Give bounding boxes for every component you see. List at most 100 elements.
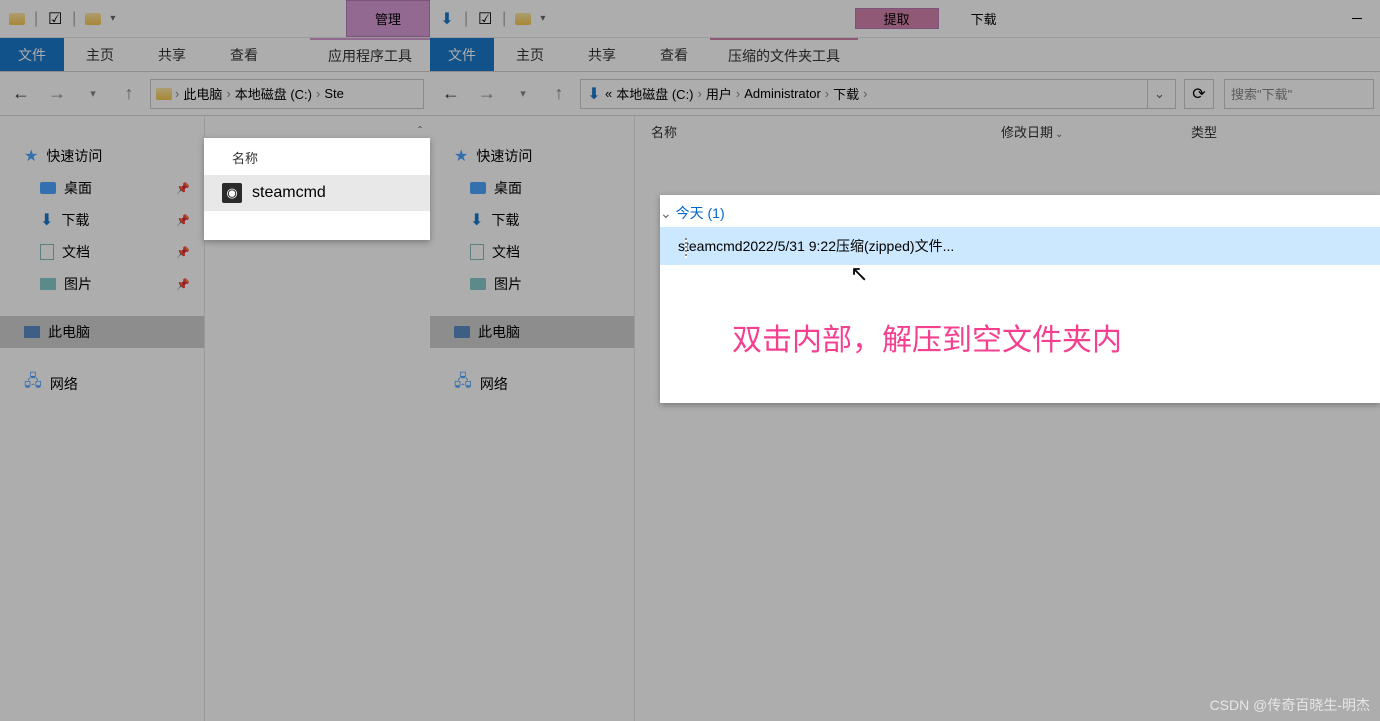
- explorer-window-left: | ☑ | ▾ 管理 文件 主页 共享 查看 应用程序工具 ← → ▾ ↑ › …: [0, 0, 430, 721]
- cursor-icon: ↖: [850, 261, 868, 287]
- forward-button[interactable]: →: [42, 79, 72, 109]
- file-tab[interactable]: 文件: [430, 38, 494, 71]
- sidebar-quick-access[interactable]: ★快速访问: [430, 140, 634, 172]
- properties-icon[interactable]: ☑: [46, 10, 64, 28]
- tab-zip-tools[interactable]: 压缩的文件夹工具: [710, 38, 858, 71]
- tab-share[interactable]: 共享: [136, 38, 208, 71]
- back-button[interactable]: ←: [6, 79, 36, 109]
- sidebar-network[interactable]: 🖧网络: [0, 364, 204, 403]
- sort-desc-icon: ⌄: [1055, 129, 1063, 140]
- titlebar: | ☑ | ▾ 管理: [0, 0, 430, 38]
- folder-open-icon[interactable]: [84, 10, 102, 28]
- file-tab[interactable]: 文件: [0, 38, 64, 71]
- sidebar-documents[interactable]: 文档: [430, 236, 634, 268]
- breadcrumb-path[interactable]: › 此电脑 › 本地磁盘 (C:) › Ste: [150, 79, 424, 109]
- sidebar-pictures[interactable]: 图片📌: [0, 268, 204, 300]
- file-name: steamcmd: [252, 184, 326, 202]
- sidebar-desktop[interactable]: 桌面: [430, 172, 634, 204]
- back-button[interactable]: ←: [436, 79, 466, 109]
- sidebar-documents[interactable]: 文档📌: [0, 236, 204, 268]
- up-button[interactable]: ↑: [114, 79, 144, 109]
- path-dropdown-icon[interactable]: ⌄: [1147, 80, 1171, 108]
- up-button[interactable]: ↑: [544, 79, 574, 109]
- picture-icon: [40, 278, 56, 290]
- search-input[interactable]: 搜索"下载": [1224, 79, 1374, 109]
- collapse-icon[interactable]: ⌄: [660, 205, 672, 221]
- tab-home[interactable]: 主页: [494, 38, 566, 71]
- tab-app-tools[interactable]: 应用程序工具: [310, 38, 430, 71]
- ribbon: 文件 主页 共享 查看 压缩的文件夹工具: [430, 38, 1380, 72]
- folder-icon: [155, 85, 173, 103]
- tab-view[interactable]: 查看: [638, 38, 710, 71]
- sidebar-downloads[interactable]: ⬇ 下载 📌: [0, 204, 204, 236]
- file-row-steamcmd-zip[interactable]: steamcmd 2022/5/31 9:22 压缩(zipped)文件...: [660, 227, 1380, 265]
- sidebar-thispc[interactable]: 此电脑: [430, 316, 634, 348]
- refresh-button[interactable]: ⟳: [1184, 79, 1214, 109]
- file-date: 2022/5/31 9:22: [743, 238, 836, 254]
- sidebar-thispc[interactable]: 此电脑: [0, 316, 204, 348]
- pin-icon: 📌: [176, 214, 190, 227]
- window-title: 下载: [939, 9, 1029, 28]
- label: 下载: [61, 210, 89, 230]
- tab-share[interactable]: 共享: [566, 38, 638, 71]
- label: 此电脑: [478, 322, 520, 342]
- download-icon: ⬇: [438, 10, 456, 28]
- recent-dropdown[interactable]: ▾: [508, 79, 538, 109]
- sidebar-pictures[interactable]: 图片: [430, 268, 634, 300]
- crumb-last[interactable]: Ste: [322, 86, 346, 101]
- network-icon: 🖧: [454, 370, 472, 397]
- label: 快速访问: [476, 146, 532, 166]
- file-row-steamcmd[interactable]: ◉ steamcmd: [204, 175, 430, 211]
- contextual-tab-extract[interactable]: 提取: [855, 8, 939, 29]
- file-name: steamcmd: [678, 238, 743, 254]
- crumb-thispc[interactable]: 此电脑: [181, 84, 224, 103]
- tab-home[interactable]: 主页: [64, 38, 136, 71]
- minimize-button[interactable]: [1334, 4, 1380, 34]
- folder-open-icon[interactable]: [514, 10, 532, 28]
- col-name[interactable]: 名称: [635, 122, 985, 141]
- ribbon: 文件 主页 共享 查看 应用程序工具: [0, 38, 430, 72]
- crumb-drive[interactable]: 本地磁盘 (C:): [614, 84, 695, 103]
- col-type[interactable]: 类型: [1175, 122, 1325, 141]
- tab-view[interactable]: 查看: [208, 38, 280, 71]
- properties-icon[interactable]: ☑: [476, 10, 494, 28]
- sidebar-network[interactable]: 🖧网络: [430, 364, 634, 403]
- download-icon: ⬇: [40, 210, 53, 230]
- titlebar: ⬇ | ☑ | ▾ 提取 下载: [430, 0, 1380, 38]
- qat-sep: |: [72, 10, 76, 28]
- label: 桌面: [64, 178, 92, 198]
- col-name-header[interactable]: 名称: [204, 138, 430, 175]
- group-today[interactable]: ⌄ 今天 (1): [660, 195, 1380, 227]
- desktop-icon: [470, 182, 486, 194]
- sidebar-quick-access[interactable]: ★快速访问: [0, 140, 204, 172]
- document-icon: [470, 244, 484, 260]
- pc-icon: [454, 326, 470, 338]
- forward-button[interactable]: →: [472, 79, 502, 109]
- quick-access-toolbar: | ☑ | ▾: [0, 10, 123, 28]
- sidebar-downloads[interactable]: ⬇下载: [430, 204, 634, 236]
- crumb-drive[interactable]: 本地磁盘 (C:): [233, 84, 314, 103]
- crumb-downloads[interactable]: 下载: [831, 84, 861, 103]
- address-bar: ← → ▾ ↑ › 此电脑 › 本地磁盘 (C:) › Ste: [0, 72, 430, 116]
- sidebar-desktop[interactable]: 桌面 📌: [0, 172, 204, 204]
- contextual-tab-manage[interactable]: 管理: [346, 0, 430, 37]
- qat-dropdown-icon[interactable]: ▾: [110, 13, 115, 24]
- qat-dropdown-icon[interactable]: ▾: [540, 13, 545, 24]
- document-icon: [40, 244, 54, 260]
- picture-icon: [470, 278, 486, 290]
- download-icon: ⬇: [585, 85, 603, 103]
- collapse-ribbon-icon[interactable]: ˆ: [418, 124, 422, 138]
- watermark: CSDN @传奇百晓生-明杰: [1210, 695, 1370, 715]
- nav-sidebar: ★快速访问 桌面 📌 ⬇ 下载 📌 文档📌 图片📌 此电脑 🖧网络: [0, 116, 205, 721]
- steam-icon: ◉: [222, 183, 242, 203]
- crumb-admin[interactable]: Administrator: [742, 86, 823, 101]
- recent-dropdown[interactable]: ▾: [78, 79, 108, 109]
- download-icon: ⬇: [470, 210, 483, 230]
- breadcrumb-path[interactable]: ⬇ « 本地磁盘 (C:) › 用户 › Administrator › 下载 …: [580, 79, 1176, 109]
- label: 网络: [50, 374, 78, 394]
- address-bar: ← → ▾ ↑ ⬇ « 本地磁盘 (C:) › 用户 › Administrat…: [430, 72, 1380, 116]
- crumb-users[interactable]: 用户: [704, 84, 734, 103]
- pin-icon: 📌: [176, 182, 190, 195]
- annotation-text: 双击内部，解压到空文件夹内: [660, 265, 1380, 359]
- col-date[interactable]: 修改日期⌄: [985, 122, 1175, 141]
